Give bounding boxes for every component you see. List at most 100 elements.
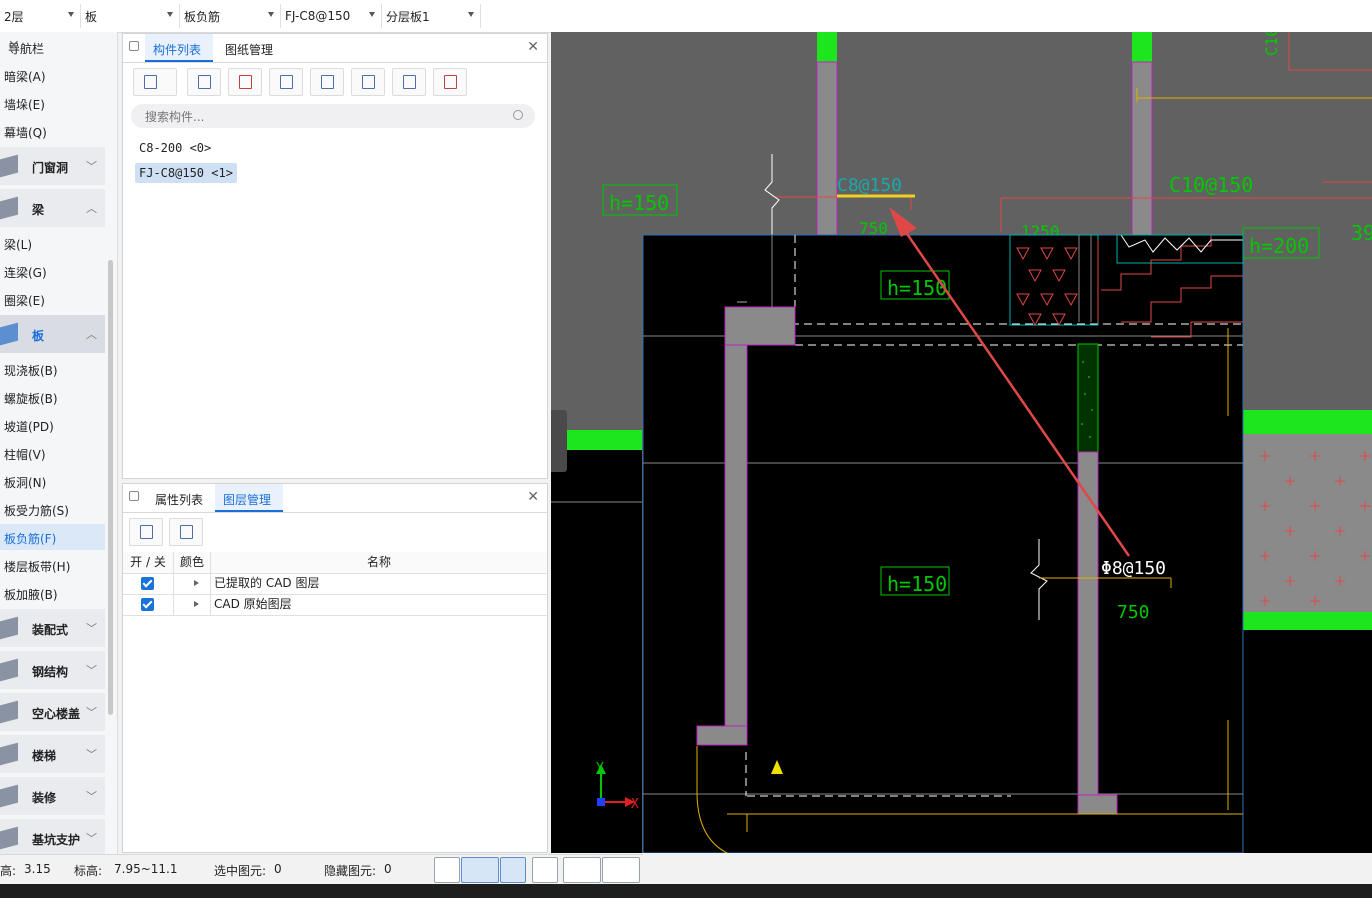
wall-vertical [1077, 451, 1099, 796]
search-icon[interactable] [513, 110, 523, 120]
slab-edge-green [1243, 410, 1372, 434]
nav-item-slab-hole[interactable]: 板洞(N) [0, 468, 105, 494]
component-item[interactable]: C8-200 <0> [135, 138, 215, 158]
nav-item-wall-pier[interactable]: 墙垛(E) [0, 90, 105, 116]
layer-table-header: 开 / 关 颜色 名称 [123, 552, 547, 574]
ortho-mode-button[interactable] [434, 857, 460, 883]
panel-collapse-handle[interactable] [551, 410, 567, 472]
filter-button[interactable] [310, 68, 344, 96]
component-item-selected[interactable]: FJ-C8@150 <1> [135, 163, 237, 183]
nav-item-slab-haunch[interactable]: 板加腋(B) [0, 580, 105, 606]
list-view-button[interactable] [433, 68, 467, 96]
offset-mode-button[interactable] [602, 857, 640, 883]
nav-category-label: 装修 [32, 791, 57, 805]
snap-mode-button[interactable] [461, 857, 499, 883]
checkbox[interactable] [141, 598, 154, 611]
sort-button[interactable] [392, 68, 426, 96]
floor-select[interactable]: 2层 [0, 4, 81, 28]
nav-item-beam[interactable]: 梁(L) [0, 230, 105, 256]
nav-category-steel[interactable]: 钢结构 ﹀ [0, 651, 105, 689]
sub-type-select[interactable]: 板负筋 [180, 4, 281, 28]
nav-category-pit-support[interactable]: 基坑支护 ﹀ [0, 819, 105, 857]
hide-layers-button[interactable] [169, 518, 203, 546]
layer-panel-tabs: 属性列表 图层管理 ✕ [123, 484, 547, 513]
wall-segment [1131, 61, 1153, 238]
prefab-icon [0, 616, 18, 640]
chevron-down-icon [68, 12, 74, 17]
filter-icon [321, 75, 334, 89]
dimension-label: 39 [1351, 221, 1372, 245]
search-box [131, 104, 535, 128]
layer-color-cell [174, 594, 211, 615]
close-icon[interactable]: ✕ [527, 489, 539, 505]
nav-item-slab-band[interactable]: 楼层板带(H) [0, 552, 105, 578]
nav-item-label: 墙垛(E) [4, 98, 45, 112]
nav-category-slab[interactable]: 板 ︿ [0, 315, 105, 353]
nav-category-decoration[interactable]: 装修 ﹀ [0, 777, 105, 815]
nav-item-slab-negative-rebar[interactable]: 板负筋(F) [0, 524, 105, 550]
nav-category-stairs[interactable]: 楼梯 ﹀ [0, 735, 105, 773]
nav-item-cast-slab[interactable]: 现浇板(B) [0, 356, 105, 382]
new-component-button[interactable] [133, 68, 177, 96]
nav-item-curtain-wall[interactable]: 幕墙(Q) [0, 118, 105, 144]
sub-type-value: 板负筋 [184, 9, 221, 24]
nav-item-column-cap[interactable]: 柱帽(V) [0, 440, 105, 466]
copy-component-button[interactable] [187, 68, 221, 96]
column-green [1132, 32, 1152, 62]
tab-properties[interactable]: 属性列表 [147, 484, 213, 512]
nav-item-hidden-beam[interactable]: 暗梁(A) [0, 62, 105, 88]
column-header-toggle: 开 / 关 [123, 552, 174, 573]
slab-edge-green [1243, 612, 1372, 630]
layer-select[interactable]: 分层板1 [382, 4, 481, 28]
nav-item-slab-main-rebar[interactable]: 板受力筋(S) [0, 496, 105, 522]
nav-item-ring-beam[interactable]: 圈梁(E) [0, 286, 105, 312]
cross-select-button[interactable] [532, 857, 558, 883]
tab-layer-manager[interactable]: 图层管理 [215, 484, 283, 512]
nav-item-spiral-slab[interactable]: 螺旋板(B) [0, 384, 105, 410]
delete-component-button[interactable] [228, 68, 262, 96]
nav-category-doors[interactable]: 门窗洞 ﹀ [0, 147, 105, 185]
cad-canvas[interactable]: h=150 C8@150 750 C10@150 1250 39 C10 h=2… [551, 32, 1372, 853]
nav-category-label: 梁 [32, 203, 45, 217]
lock-icon[interactable] [129, 41, 139, 51]
close-icon[interactable]: ✕ [527, 39, 539, 55]
show-layers-button[interactable] [129, 518, 163, 546]
checkbox[interactable] [141, 577, 154, 590]
status-bar: 高: 3.15 标高: 7.95~11.1 选中图元: 0 隐藏图元: 0 [0, 854, 643, 885]
nav-category-label: 基坑支护 [32, 833, 81, 847]
layer-toggle-cell [123, 594, 174, 615]
close-icon[interactable]: ✕ [8, 38, 107, 54]
dynamic-input-button[interactable] [500, 857, 526, 883]
nav-category-prefab[interactable]: 装配式 ﹀ [0, 609, 105, 647]
tab-drawing-manager[interactable]: 图纸管理 [217, 34, 287, 62]
layer-row[interactable]: CAD 原始图层 [123, 594, 547, 616]
element-type-select[interactable]: 板 [81, 4, 180, 28]
nav-item-coupling-beam[interactable]: 连梁(G) [0, 258, 105, 284]
search-input[interactable] [143, 107, 507, 127]
expand-icon[interactable] [194, 580, 199, 586]
edit-button[interactable] [351, 68, 385, 96]
layer-copy-button[interactable] [269, 68, 303, 96]
expand-icon[interactable] [194, 601, 199, 607]
list-icon [444, 75, 457, 89]
tab-component-list[interactable]: 构件列表 [145, 34, 213, 62]
column-header-name: 名称 [366, 555, 391, 569]
chevron-up-icon: ︿ [86, 328, 97, 341]
layer-row[interactable]: 已提取的 CAD 图层 [123, 573, 547, 595]
nav-header: 导航栏 ✕ [0, 36, 117, 58]
nav-scrollbar[interactable] [108, 260, 113, 715]
nav-category-beam[interactable]: 梁 ︿ [0, 189, 105, 227]
steel-structure-icon [0, 658, 18, 682]
rebar-label: Φ8@150 [1101, 558, 1166, 579]
column-header-color: 颜色 [174, 552, 211, 573]
height-value: 3.15 [24, 862, 51, 876]
component-select[interactable]: FJ-C8@150 [281, 4, 382, 28]
hidden-count-value: 0 [384, 862, 392, 876]
angle-mode-button[interactable] [563, 857, 601, 883]
taskbar [0, 884, 1372, 898]
nav-category-label: 板 [32, 329, 45, 343]
lock-icon[interactable] [129, 491, 139, 501]
nav-category-hollow-floor[interactable]: 空心楼盖 ﹀ [0, 693, 105, 731]
chevron-down-icon: ﹀ [86, 622, 97, 635]
nav-item-ramp[interactable]: 坡道(PD) [0, 412, 105, 438]
